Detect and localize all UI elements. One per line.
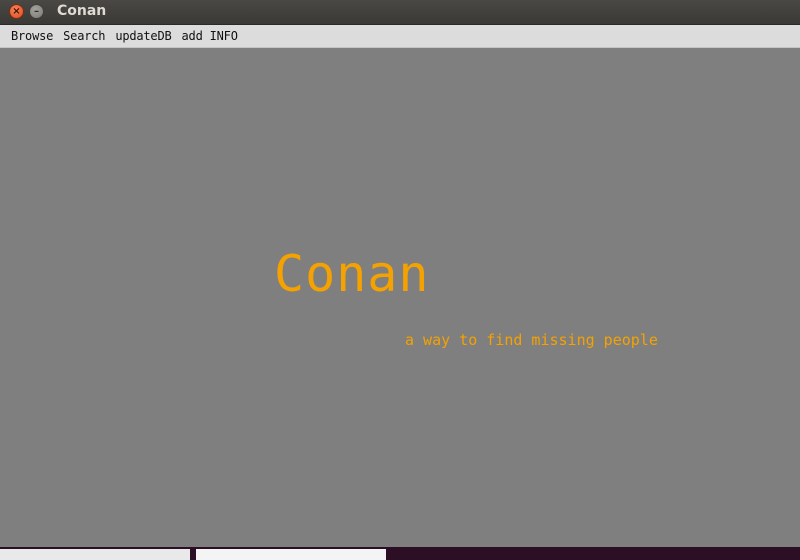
close-button[interactable]: × <box>9 4 24 19</box>
menu-search[interactable]: Search <box>58 29 110 43</box>
minimize-button[interactable]: – <box>29 4 44 19</box>
main-canvas: Conan a way to find missing people <box>0 49 800 548</box>
close-icon: × <box>12 5 21 17</box>
desktop: × – Conan Browse Search updateDB add INF… <box>0 0 800 560</box>
menu-updatedb[interactable]: updateDB <box>110 29 176 43</box>
background-window-edge-left <box>0 549 190 560</box>
menu-bar: Browse Search updateDB add INFO <box>0 25 800 48</box>
background-window-edge-right <box>196 549 386 560</box>
app-title: Conan <box>274 245 430 303</box>
menu-browse[interactable]: Browse <box>6 29 58 43</box>
tagline: a way to find missing people <box>405 331 658 349</box>
menu-add-info[interactable]: add INFO <box>177 29 243 43</box>
taskbar-strip <box>0 547 800 560</box>
title-bar[interactable]: × – Conan <box>0 0 800 25</box>
window-title: Conan <box>57 3 107 19</box>
minimize-icon: – <box>34 5 39 17</box>
app-window: × – Conan Browse Search updateDB add INF… <box>0 0 800 548</box>
